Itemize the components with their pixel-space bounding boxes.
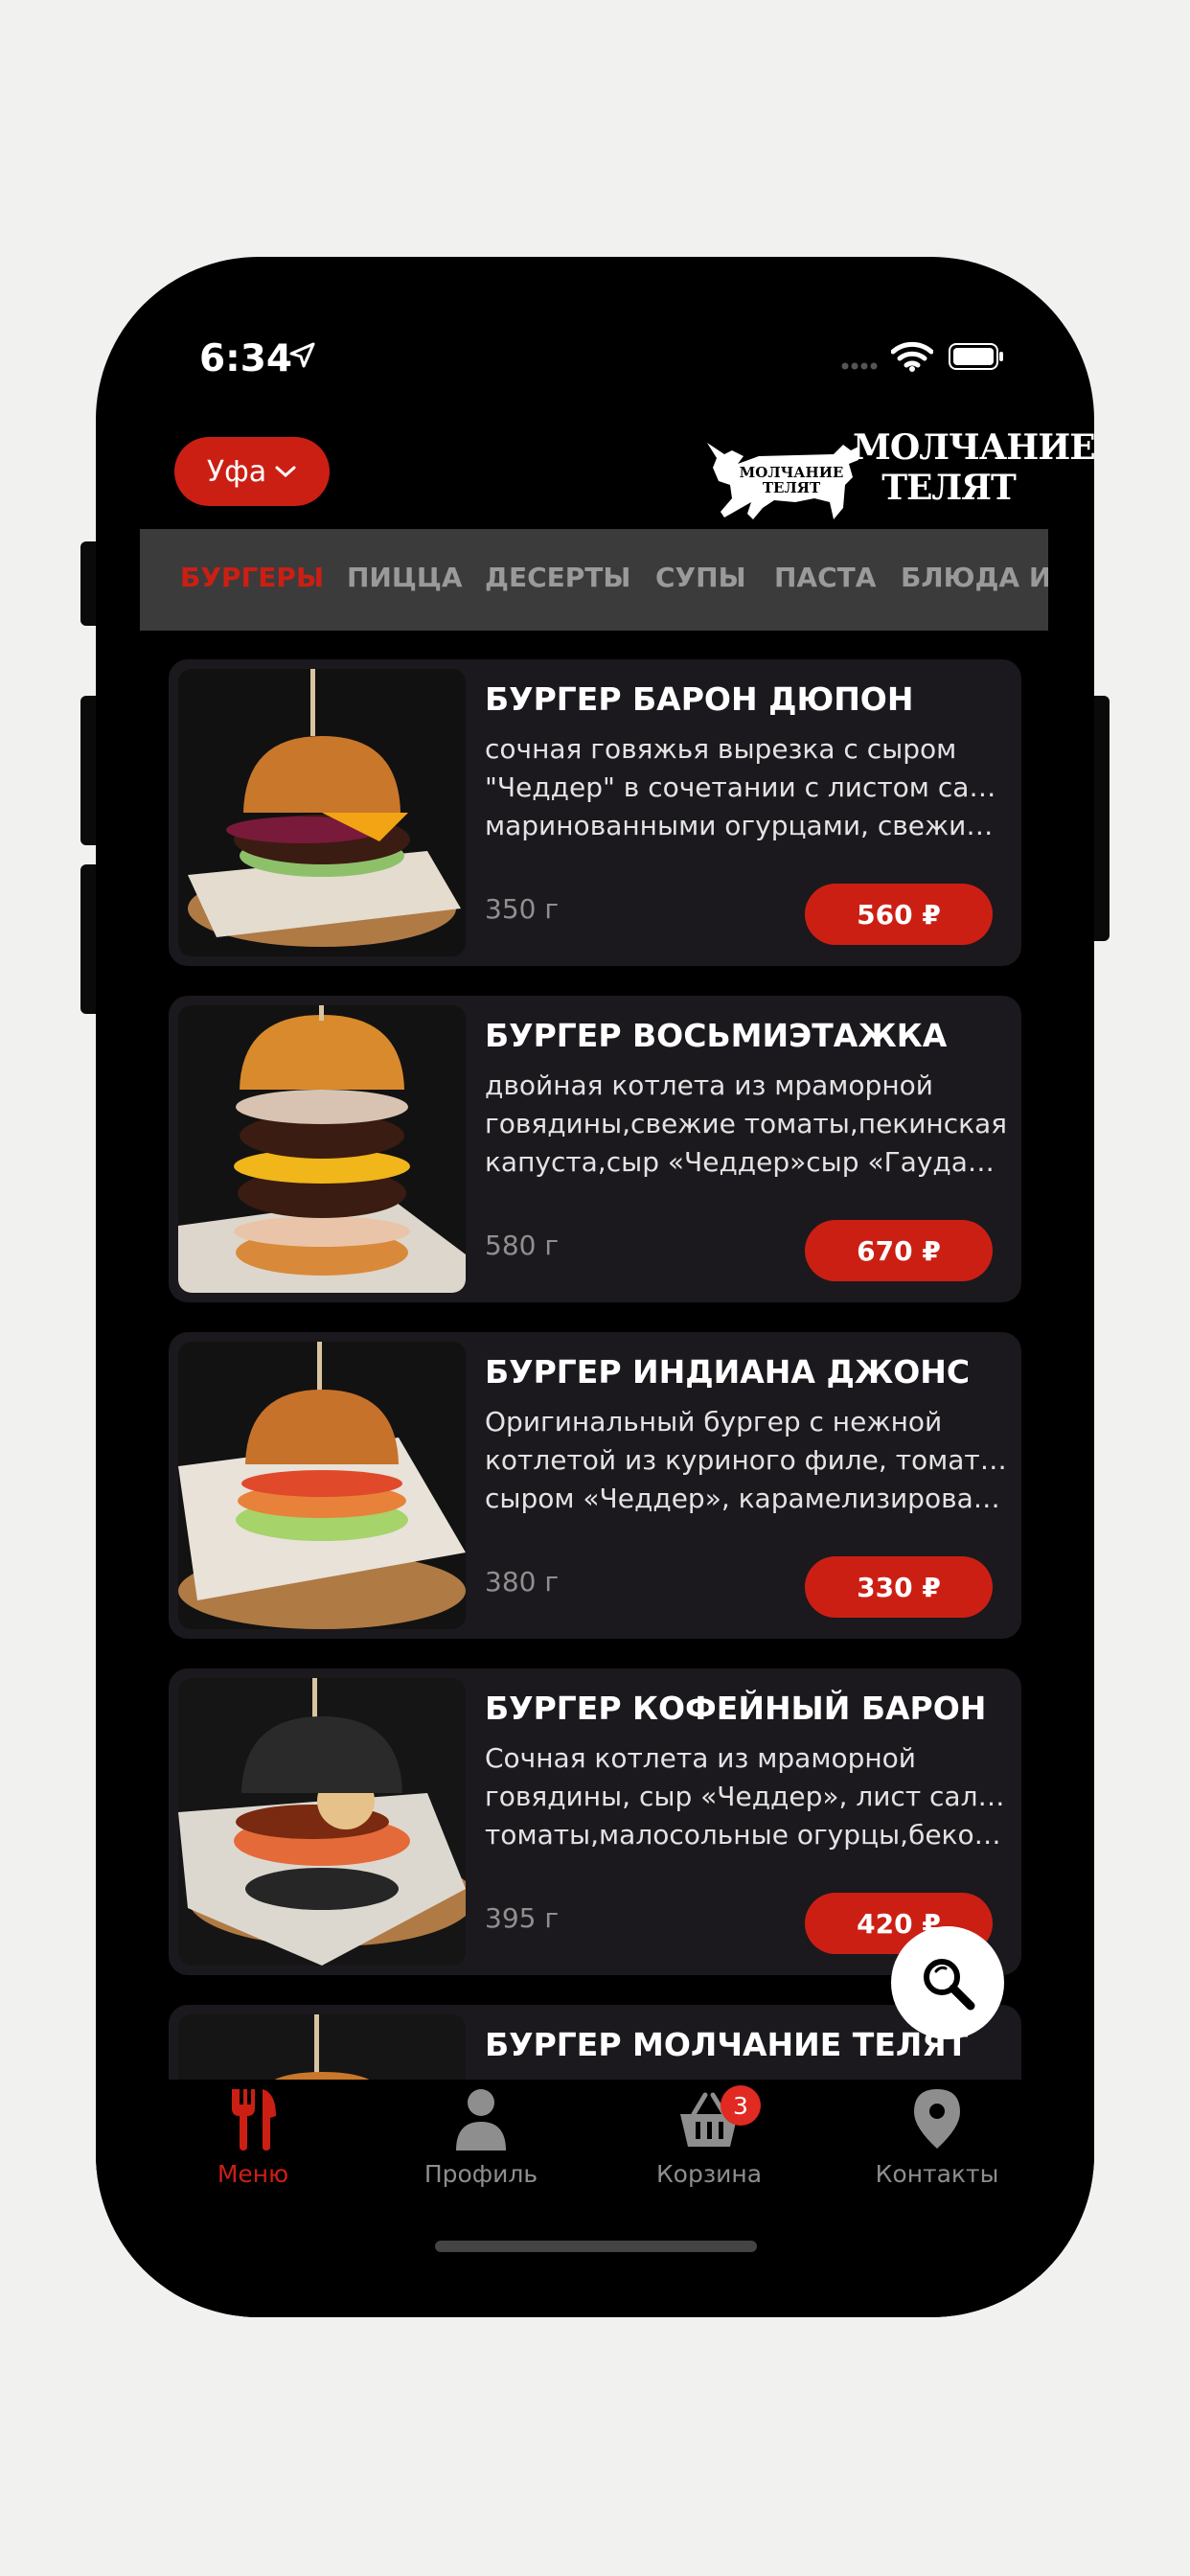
product-title: БУРГЕР БАРОН ДЮПОН: [485, 680, 914, 718]
chevron-down-icon: [275, 466, 296, 478]
logo-cow-icon: МОЛЧАНИЕ ТЕЛЯТ: [707, 443, 858, 519]
cart-count-badge: 3: [721, 2085, 761, 2126]
add-to-cart-price-button[interactable]: 670 ₽: [805, 1220, 993, 1281]
home-indicator: [435, 2241, 757, 2252]
product-card[interactable]: БУРГЕР ИНДИАНА ДЖОНС Оригинальный бургер…: [169, 1332, 1021, 1639]
tab-cart-label: Корзина: [655, 2160, 763, 2188]
product-image: [178, 669, 466, 956]
battery-icon: [949, 343, 1003, 370]
user-icon: [456, 2089, 506, 2150]
bottom-tab-bar: Меню Профиль 3 Корзина Контакты: [96, 2080, 1094, 2317]
product-weight: 395 г: [485, 1902, 560, 1934]
svg-text:ТЕЛЯТ: ТЕЛЯТ: [763, 479, 821, 496]
product-card[interactable]: БУРГЕР ВОСЬМИЭТАЖКА двойная котлета из м…: [169, 996, 1021, 1302]
category-tab-dishes[interactable]: БЛЮДА ИЗ: [901, 562, 1048, 593]
tab-menu[interactable]: Меню: [157, 2087, 349, 2188]
app-screen: 6:34 Уфа МОЛЧАНИЕ ТЕЛЯТ МОЛЧАНИЕ ТЕЛЯТ Б…: [96, 257, 1094, 2317]
add-to-cart-price-button[interactable]: 560 ₽: [805, 884, 993, 945]
tab-menu-label: Меню: [217, 2160, 289, 2188]
product-image: [178, 1005, 466, 1293]
search-icon: [924, 1959, 975, 2011]
product-description: Оригинальный бургер с нежной котлетой из …: [485, 1406, 1010, 1514]
logo-text-line1: МОЛЧАНИЕ: [853, 427, 1094, 468]
product-description: двойная котлета из мраморной говядины,све…: [485, 1070, 1010, 1178]
tab-profile-label: Профиль: [423, 2160, 538, 2188]
logo-text-line2: ТЕЛЯТ: [881, 468, 1017, 508]
product-weight: 350 г: [485, 893, 560, 925]
logo-text: МОЛЧАНИЕ ТЕЛЯТ: [853, 427, 1094, 508]
product-title: БУРГЕР ИНДИАНА ДЖОНС: [485, 1353, 971, 1391]
product-weight: 580 г: [485, 1230, 560, 1261]
signal-dots-icon: [841, 362, 878, 370]
category-tabs[interactable]: БУРГЕРЫ ПИЦЦА ДЕСЕРТЫ СУПЫ ПАСТА БЛЮДА И…: [140, 529, 1048, 631]
product-weight: 380 г: [485, 1566, 560, 1598]
product-title: БУРГЕР КОФЕЙНЫЙ БАРОН: [485, 1690, 987, 1727]
wifi-icon: [891, 341, 933, 372]
category-tab-desserts[interactable]: ДЕСЕРТЫ: [485, 562, 630, 593]
city-label: Уфа: [206, 454, 267, 489]
phone-frame: 6:34 Уфа МОЛЧАНИЕ ТЕЛЯТ МОЛЧАНИЕ ТЕЛЯТ Б…: [96, 257, 1094, 2317]
map-pin-icon: [914, 2089, 960, 2149]
category-tab-soups[interactable]: СУПЫ: [655, 562, 746, 593]
category-tab-pizza[interactable]: ПИЦЦА: [347, 562, 463, 593]
product-title: БУРГЕР ВОСЬМИЭТАЖКА: [485, 1017, 948, 1054]
product-description: сочная говяжья вырезка с сыром "Чеддер" в…: [485, 733, 1010, 841]
status-time: 6:34: [199, 337, 293, 380]
city-selector-button[interactable]: Уфа: [174, 437, 330, 506]
tab-cart[interactable]: 3 Корзина: [613, 2085, 805, 2188]
category-tab-pasta[interactable]: ПАСТА: [774, 562, 876, 593]
tab-contacts[interactable]: Контакты: [841, 2087, 1033, 2188]
product-card[interactable]: БУРГЕР КОФЕЙНЫЙ БАРОН Сочная котлета из …: [169, 1668, 1021, 1975]
product-image: [178, 1342, 466, 1629]
tab-profile[interactable]: Профиль: [385, 2087, 577, 2188]
fork-knife-icon: [232, 2089, 276, 2150]
location-arrow-icon: [289, 342, 315, 368]
category-tab-burgers[interactable]: БУРГЕРЫ: [180, 562, 324, 593]
search-button[interactable]: [891, 1926, 1004, 2039]
product-description: Сочная котлета из мраморной говядины, сыр…: [485, 1742, 1010, 1851]
add-to-cart-price-button[interactable]: 330 ₽: [805, 1556, 993, 1618]
tab-contacts-label: Контакты: [875, 2160, 999, 2188]
product-image: [178, 1678, 466, 1966]
product-card[interactable]: БУРГЕР БАРОН ДЮПОН сочная говяжья вырезк…: [169, 659, 1021, 966]
